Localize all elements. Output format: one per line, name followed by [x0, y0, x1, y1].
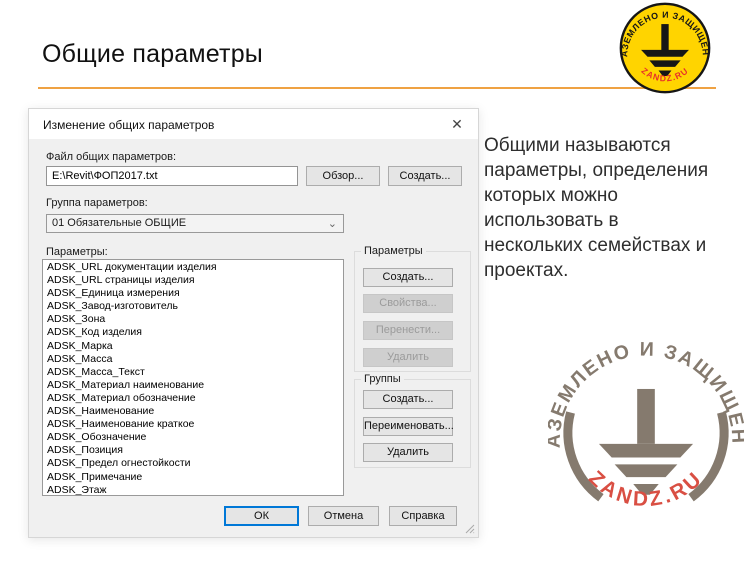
shared-parameters-dialog: Изменение общих параметров ✕ Файл общих … — [28, 108, 479, 538]
parameter-group-label: Группа параметров: — [46, 197, 148, 209]
groups-groupbox-title: Группы — [361, 373, 404, 385]
cancel-button[interactable]: Отмена — [308, 506, 379, 526]
parameter-group-select[interactable]: 01 Обязательные ОБЩИЕ ⌄ — [46, 214, 344, 233]
list-item[interactable]: ADSK_Материал обозначение — [43, 392, 343, 405]
list-item[interactable]: ADSK_Марка — [43, 340, 343, 353]
parameter-group-selected: 01 Обязательные ОБЩИЕ — [52, 217, 187, 229]
list-item[interactable]: ADSK_Масса_Текст — [43, 366, 343, 379]
list-item[interactable]: ADSK_Позиция — [43, 444, 343, 457]
group-rename-button[interactable]: Переименовать... — [363, 417, 454, 436]
page-title: Общие параметры — [42, 40, 263, 68]
list-item[interactable]: ADSK_Масса — [43, 353, 343, 366]
parameters-listbox[interactable]: ADSK_URL документации изделия ADSK_URL с… — [42, 259, 344, 496]
resize-grip-icon[interactable] — [465, 524, 475, 534]
list-item[interactable]: ADSK_Зона — [43, 313, 343, 326]
close-icon[interactable]: ✕ — [448, 115, 466, 133]
list-item[interactable]: ADSK_Наименование — [43, 405, 343, 418]
dialog-titlebar[interactable]: Изменение общих параметров ✕ — [29, 109, 478, 139]
zandz-watermark: ЗАЗЕМЛЕНО И ЗАЩИЩЕНО ZANDZ.RU — [548, 338, 744, 511]
file-label: Файл общих параметров: — [46, 151, 177, 163]
list-item[interactable]: ADSK_Наименование краткое — [43, 418, 343, 431]
list-item[interactable]: ADSK_URL страницы изделия — [43, 274, 343, 287]
accent-divider — [38, 87, 716, 89]
list-item[interactable]: ADSK_Материал наименование — [43, 379, 343, 392]
group-delete-button[interactable]: Удалить — [363, 443, 453, 462]
param-move-button: Перенести... — [363, 321, 453, 340]
param-properties-button: Свойства... — [363, 294, 453, 313]
list-item[interactable]: ADSK_Обозначение — [43, 431, 343, 444]
parameters-groupbox-title: Параметры — [361, 245, 426, 257]
list-item[interactable]: ADSK_URL документации изделия — [43, 261, 343, 274]
help-button[interactable]: Справка — [389, 506, 457, 526]
dialog-title: Изменение общих параметров — [43, 118, 215, 132]
zandz-logo: ЗАЗЕМЛЕНО И ЗАЩИЩЕНО ZANDZ.RU — [619, 2, 711, 94]
list-item[interactable]: ADSK_Предел огнестойкости — [43, 457, 343, 470]
ok-button[interactable]: ОК — [224, 506, 299, 526]
param-create-button[interactable]: Создать... — [363, 268, 453, 287]
list-item[interactable]: ADSK_Код изделия — [43, 326, 343, 339]
list-item[interactable]: ADSK_Единица измерения — [43, 287, 343, 300]
browse-button[interactable]: Обзор... — [306, 166, 380, 186]
description-text: Общими называются параметры, определения… — [484, 135, 709, 281]
group-create-button[interactable]: Создать... — [363, 390, 453, 409]
list-item[interactable]: ADSK_Примечание — [43, 471, 343, 484]
create-file-button[interactable]: Создать... — [388, 166, 462, 186]
file-path-input[interactable] — [46, 166, 298, 186]
list-item[interactable]: ADSK_Этаж — [43, 484, 343, 495]
list-item[interactable]: ADSK_Завод-изготовитель — [43, 300, 343, 313]
parameters-label: Параметры: — [46, 246, 108, 258]
chevron-down-icon: ⌄ — [327, 218, 337, 230]
param-delete-button: Удалить — [363, 348, 453, 367]
